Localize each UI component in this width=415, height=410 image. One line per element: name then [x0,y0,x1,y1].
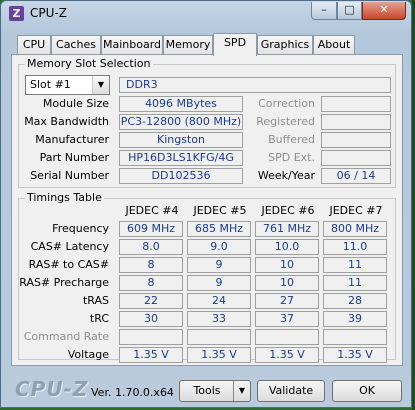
timing-row-label: RAS# Precharge [19,276,109,289]
week-year-label: Week/Year [257,169,315,182]
close-button[interactable]: ✕ [362,2,406,20]
version-text: Ver. 1.70.0.x64 [91,386,174,399]
serial-number-value: DD102536 [119,168,243,184]
timing-cell [187,329,251,345]
timing-row-label: Voltage [67,348,109,361]
cpuz-brand-logo: CPU-Z [15,377,89,401]
spd-panel: Memory Slot Selection Slot #1 ▼ DDR3 Mod… [11,54,403,366]
registered-field [321,114,391,130]
chevron-down-icon: ▼ [92,76,109,94]
spd-ext-label: SPD Ext. [268,151,315,164]
tab-about[interactable]: About [313,35,355,55]
tools-button[interactable]: Tools ▼ [179,380,251,402]
tab-mainboard[interactable]: Mainboard [101,35,163,55]
timing-cell: 30 [119,311,183,327]
manufacturer-label: Manufacturer [35,133,109,146]
module-size-value: 4096 MBytes [119,96,243,112]
timings-table-group: Timings Table JEDEC #4 JEDEC #5 JEDEC #6… [18,191,396,363]
timing-cell: 8.0 [119,239,183,255]
timing-cell: 33 [187,311,251,327]
week-year-value: 06 / 14 [321,168,391,184]
column-jedec-5: JEDEC #5 [193,204,247,217]
window-title: CPU-Z [30,6,67,20]
timing-cell: 37 [255,311,319,327]
part-number-label: Part Number [39,151,109,164]
timing-cell: 1.35 V [187,347,251,363]
timing-cell: 761 MHz [255,221,319,237]
timing-cell: 39 [323,311,387,327]
cpuz-window: Z CPU-Z – □ ✕ CPU Caches Mainboard Memor… [0,0,412,408]
column-jedec-4: JEDEC #4 [125,204,179,217]
timing-cell: 10 [255,275,319,291]
timing-cell: 27 [255,293,319,309]
correction-label: Correction [258,97,315,110]
registered-label: Registered [256,115,315,128]
timing-cell: 9 [187,257,251,273]
timing-cell: 24 [187,293,251,309]
tab-graphics[interactable]: Graphics [257,35,313,55]
timing-cell: 8 [119,275,183,291]
timing-cell [255,329,319,345]
memory-type-field: DDR3 [119,77,391,93]
max-bandwidth-value: PC3-12800 (800 MHz) [119,114,243,130]
tab-spd[interactable]: SPD [213,33,257,56]
memory-slot-group-title: Memory Slot Selection [25,57,153,70]
timing-cell: 609 MHz [119,221,183,237]
memory-slot-group: Memory Slot Selection Slot #1 ▼ DDR3 Mod… [18,57,396,188]
timing-row-label: Frequency [52,222,109,235]
maximize-button[interactable]: □ [337,2,362,20]
timing-cell: 10.0 [255,239,319,255]
cpuz-app-icon: Z [9,6,24,21]
timing-cell: 685 MHz [187,221,251,237]
column-jedec-7: JEDEC #7 [329,204,383,217]
timing-row-label: RAS# to CAS# [28,258,109,271]
slot-select-value: Slot #1 [30,78,71,91]
serial-number-label: Serial Number [30,169,109,182]
timing-cell: 9.0 [187,239,251,255]
timing-cell: 1.35 V [255,347,319,363]
timing-row-label: tRC [89,312,109,325]
timings-table-group-title: Timings Table [25,191,104,204]
timing-cell [323,329,387,345]
manufacturer-value: Kingston [119,132,243,148]
timing-cell: 28 [323,293,387,309]
minimize-button[interactable]: – [311,2,337,20]
timing-cell: 1.35 V [119,347,183,363]
timing-cell: 11.0 [323,239,387,255]
ok-button[interactable]: OK [332,380,402,402]
title-bar[interactable]: Z CPU-Z – □ ✕ [1,1,411,27]
slot-select[interactable]: Slot #1 ▼ [25,75,110,95]
tools-button-label: Tools [193,384,221,397]
module-size-label: Module Size [42,97,109,110]
timing-cell: 10 [255,257,319,273]
validate-button[interactable]: Validate [257,380,325,402]
timing-cell: 22 [119,293,183,309]
chevron-down-icon[interactable]: ▼ [233,381,250,401]
timing-cell: 9 [187,275,251,291]
tab-memory[interactable]: Memory [163,35,213,55]
tab-caches[interactable]: Caches [51,35,101,55]
timing-row-label: CAS# Latency [30,240,109,253]
timing-cell: 11 [323,257,387,273]
buffered-field [321,132,391,148]
part-number-value: HP16D3LS1KFG/4G [119,150,243,166]
timing-cell: 11 [323,275,387,291]
timing-row-label: tRAS [82,294,109,307]
timing-cell: 800 MHz [323,221,387,237]
tab-cpu[interactable]: CPU [17,35,51,55]
timing-cell: 8 [119,257,183,273]
timing-cell [119,329,183,345]
buffered-label: Buffered [268,133,315,146]
column-jedec-6: JEDEC #6 [261,204,315,217]
correction-field [321,96,391,112]
max-bandwidth-label: Max Bandwidth [24,115,109,128]
spd-ext-field [321,150,391,166]
timing-row-label: Command Rate [23,330,109,343]
timing-cell: 1.35 V [323,347,387,363]
